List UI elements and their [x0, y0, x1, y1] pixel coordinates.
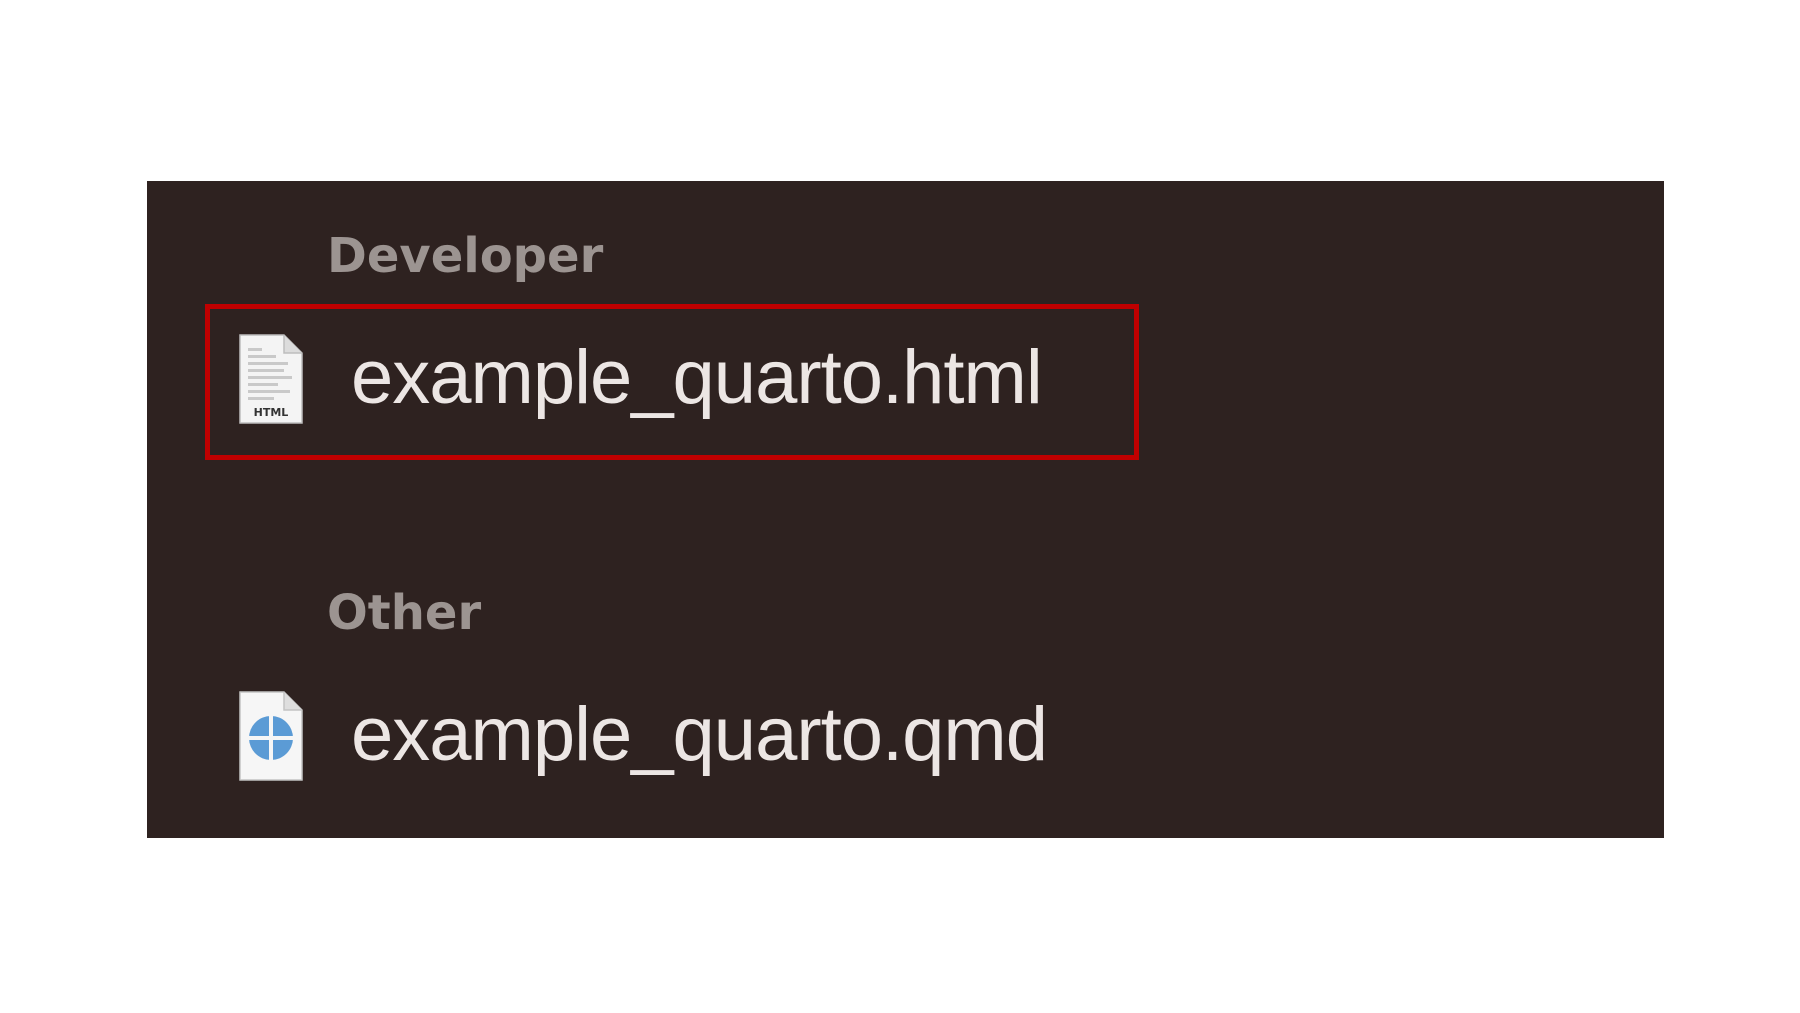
section-header-other: Other: [327, 585, 482, 641]
section-header-developer: Developer: [327, 228, 604, 284]
file-list-panel: Developer HTML example_quarto.html Other…: [147, 181, 1664, 838]
file-name-qmd: example_quarto.qmd: [351, 692, 1048, 777]
file-item-qmd[interactable]: example_quarto.qmd: [205, 661, 1135, 811]
quarto-file-icon: [238, 691, 304, 781]
highlight-box: [205, 304, 1139, 460]
